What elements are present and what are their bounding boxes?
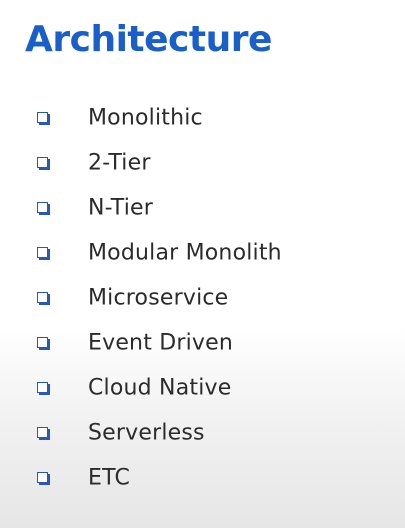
- list-item-label: 2-Tier: [88, 150, 151, 176]
- list-item-label: Event Driven: [88, 330, 234, 356]
- slide-title: Architecture: [25, 19, 272, 60]
- square-bullet-icon: [37, 426, 48, 438]
- list-item-label: Cloud Native: [88, 375, 232, 401]
- square-bullet-icon: [37, 112, 48, 124]
- square-bullet-icon: [37, 202, 48, 214]
- list-item-label: Monolithic: [88, 105, 203, 131]
- square-bullet-icon: [37, 247, 48, 259]
- square-bullet-icon: [37, 471, 48, 483]
- list-item-label: ETC: [88, 465, 131, 491]
- list-item-label: N-Tier: [88, 195, 154, 221]
- square-bullet-icon: [37, 336, 48, 348]
- list-item-label: Microservice: [88, 285, 229, 311]
- list-item-label: Modular Monolith: [88, 240, 282, 266]
- square-bullet-icon: [37, 381, 48, 393]
- square-bullet-icon: [37, 157, 48, 169]
- square-bullet-icon: [37, 292, 48, 303]
- list-item-label: Serverless: [88, 420, 205, 446]
